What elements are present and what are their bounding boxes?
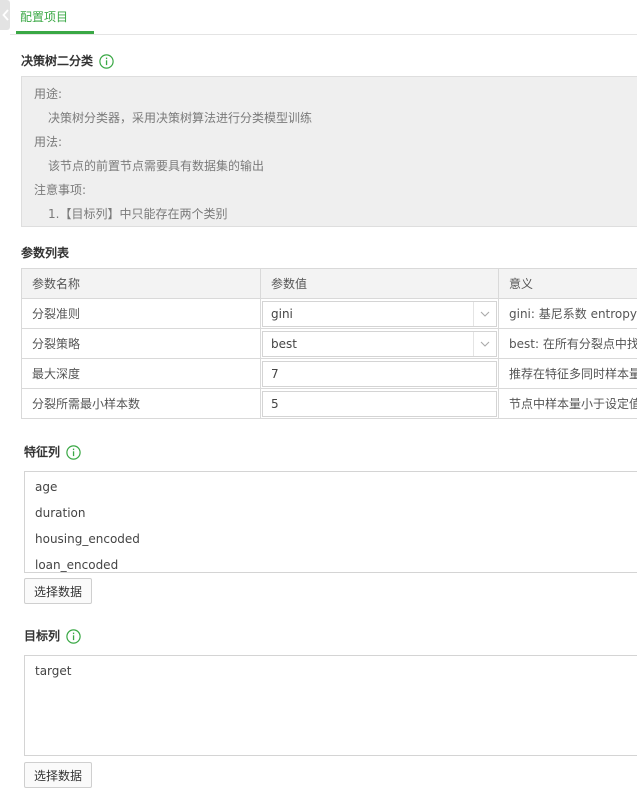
list-item: target — [35, 664, 72, 678]
header-param-value: 参数值 — [260, 268, 499, 299]
notes-item: 1.【目标列】中只能存在两个类别 — [48, 207, 228, 221]
params-section-title: 参数列表 — [21, 245, 69, 261]
select-feature-data-button[interactable]: 选择数据 — [24, 578, 93, 604]
table-row: 分裂所需最小样本数 5 节点中样本量小于设定值 — [21, 388, 637, 419]
chevron-down-icon[interactable] — [473, 331, 496, 356]
table-row: 分裂准则 gini gini: 基尼系数 entropy: 信 — [21, 298, 637, 329]
param-meaning-criterion: gini: 基尼系数 entropy: 信 — [498, 298, 637, 329]
max-depth-input[interactable]: 7 — [262, 360, 497, 387]
active-tab-indicator — [16, 31, 94, 34]
list-item: loan_encoded — [35, 558, 119, 572]
feature-columns-title-text: 特征列 — [24, 445, 61, 459]
min-samples-split-input[interactable]: 5 — [262, 390, 497, 417]
list-item: age — [35, 480, 58, 494]
method-label: 用法: — [34, 135, 63, 149]
header-meaning: 意义 — [498, 268, 637, 299]
param-name-criterion: 分裂准则 — [21, 298, 261, 329]
usage-text: 决策树分类器，采用决策树算法进行分类模型训练 — [48, 111, 313, 125]
info-circle-icon[interactable] — [99, 53, 114, 69]
table-row: 分裂策略 best best: 在所有分裂点中找到 — [21, 328, 637, 359]
select-target-data-button[interactable]: 选择数据 — [24, 762, 93, 788]
param-name-min-samples-split: 分裂所需最小样本数 — [21, 388, 261, 419]
param-name-splitter: 分裂策略 — [21, 328, 261, 359]
node-title: 决策树二分类 — [21, 53, 114, 69]
param-meaning-min-samples-split: 节点中样本量小于设定值 — [498, 388, 637, 419]
target-column-title-text: 目标列 — [24, 629, 61, 643]
feature-columns-title: 特征列 — [24, 444, 81, 460]
target-column-list[interactable]: target — [24, 655, 637, 756]
param-meaning-max-depth: 推荐在特征多同时样本量 — [498, 358, 637, 389]
max-depth-value: 7 — [271, 366, 279, 381]
splitter-select-value: best — [271, 336, 297, 351]
target-column-title: 目标列 — [24, 628, 81, 644]
criterion-select[interactable]: gini — [262, 300, 497, 327]
tab-bar: 配置项目 — [10, 0, 637, 35]
chevron-left-icon — [1, 9, 9, 21]
collapse-panel-button[interactable] — [0, 0, 10, 30]
params-title-text: 参数列表 — [21, 246, 70, 260]
info-circle-icon[interactable] — [66, 444, 81, 460]
usage-label: 用途: — [34, 87, 63, 101]
table-row: 最大深度 7 推荐在特征多同时样本量 — [21, 358, 637, 389]
criterion-select-value: gini — [271, 306, 293, 321]
header-param-name: 参数名称 — [21, 268, 261, 299]
node-description-panel: 用途: 决策树分类器，采用决策树算法进行分类模型训练 用法: 该节点的前置节点需… — [21, 76, 637, 227]
chevron-down-icon[interactable] — [473, 301, 496, 326]
info-circle-icon[interactable] — [66, 628, 81, 644]
list-item: housing_encoded — [35, 532, 140, 546]
list-item: duration — [35, 506, 86, 520]
params-header-row: 参数名称 参数值 意义 — [21, 268, 637, 299]
min-samples-split-value: 5 — [271, 396, 279, 411]
node-title-text: 决策树二分类 — [21, 54, 94, 68]
notes-label: 注意事项: — [34, 183, 87, 197]
splitter-select[interactable]: best — [262, 330, 497, 357]
feature-columns-list[interactable]: age duration housing_encoded loan_encode… — [24, 471, 637, 573]
params-table: 参数名称 参数值 意义 分裂准则 gini gini: 基尼系数 entropy… — [21, 268, 637, 419]
method-text: 该节点的前置节点需要具有数据集的输出 — [48, 159, 265, 173]
tab-config-items[interactable]: 配置项目 — [20, 9, 68, 25]
param-meaning-splitter: best: 在所有分裂点中找到 — [498, 328, 637, 359]
param-name-max-depth: 最大深度 — [21, 358, 261, 389]
